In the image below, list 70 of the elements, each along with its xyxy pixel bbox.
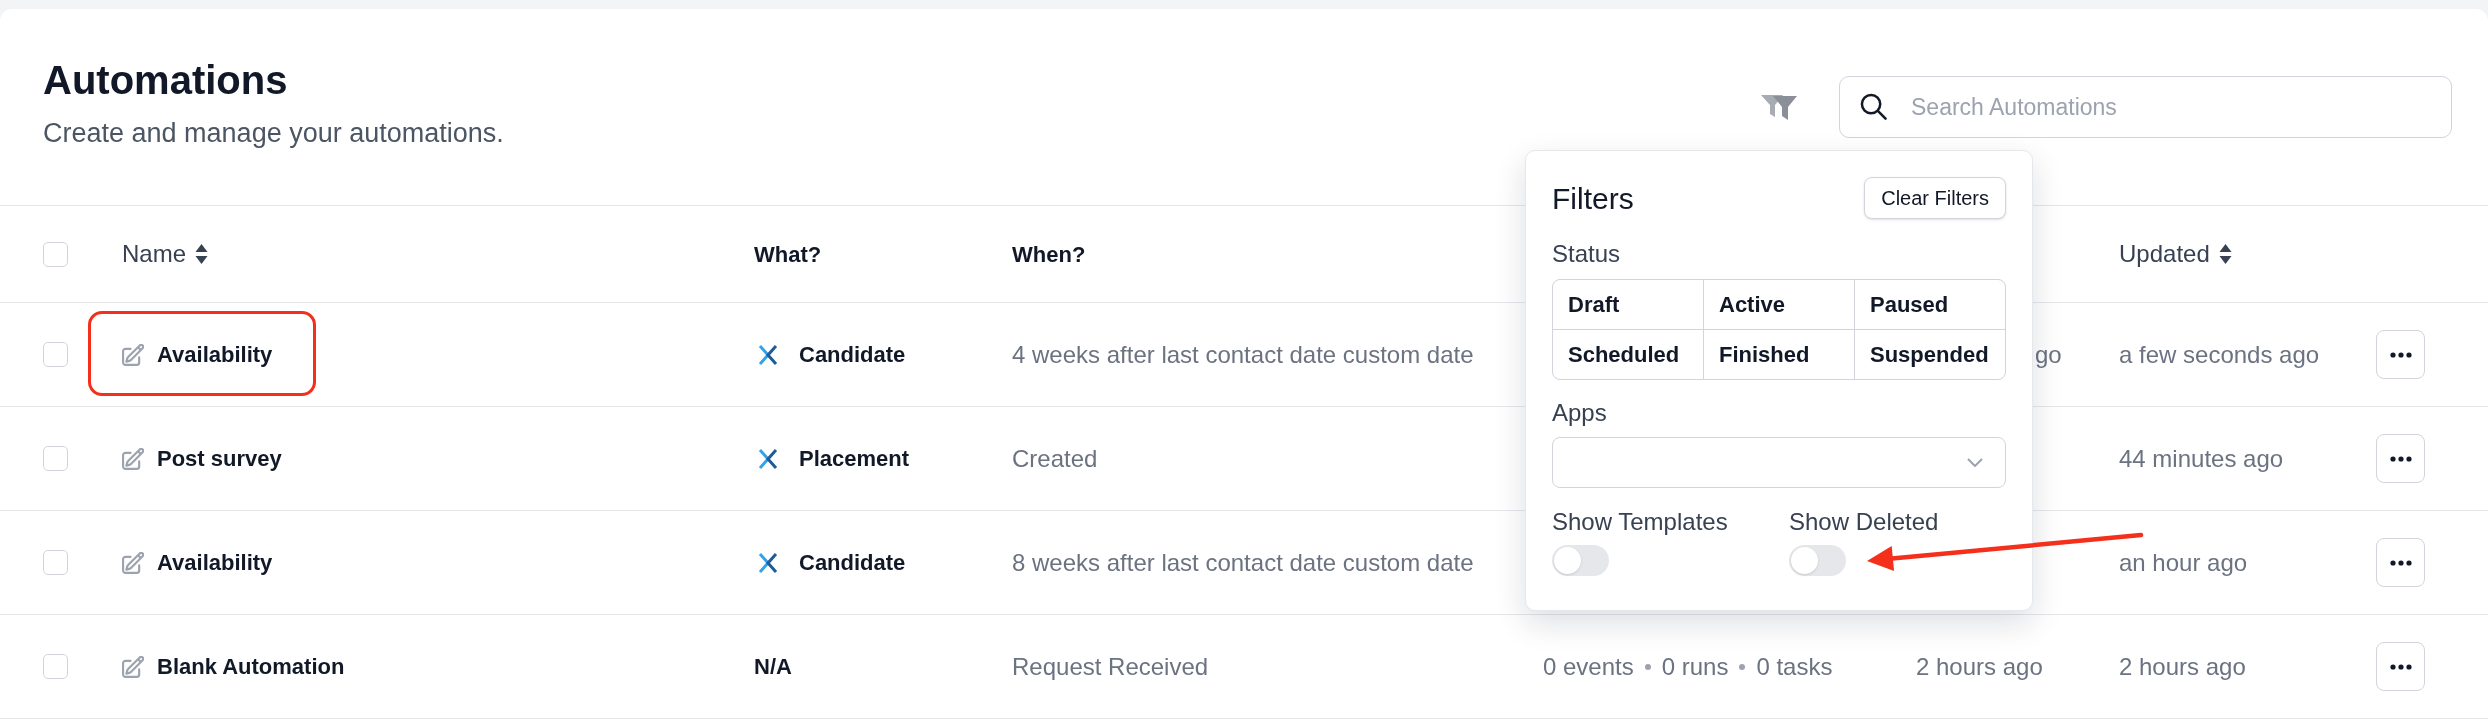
automation-name[interactable]: Availability bbox=[157, 546, 273, 579]
status-option[interactable]: Scheduled bbox=[1553, 330, 1703, 379]
updated-time: 44 minutes ago bbox=[2119, 443, 2284, 474]
column-header: What? bbox=[754, 240, 822, 269]
column-header[interactable]: Name bbox=[122, 236, 209, 272]
toggle-switch[interactable] bbox=[1552, 545, 1609, 576]
sort-icon bbox=[195, 244, 209, 264]
x-logo-icon bbox=[758, 344, 778, 365]
app-name: Placement bbox=[799, 445, 910, 473]
x-logo-icon bbox=[758, 448, 778, 469]
row-checkbox[interactable] bbox=[43, 446, 68, 471]
trigger-text: Created bbox=[1012, 443, 1098, 474]
edit-icon[interactable] bbox=[122, 551, 144, 574]
more-button[interactable] bbox=[2376, 538, 2425, 587]
page-title: Automations bbox=[43, 57, 288, 104]
updated-time: a few seconds ago bbox=[2119, 339, 2320, 370]
status-label: Status bbox=[1552, 239, 1621, 269]
updated-time: an hour ago bbox=[2119, 547, 2248, 578]
updated-time: 2 hours ago bbox=[2119, 651, 2246, 682]
status-option[interactable]: Paused bbox=[1855, 280, 2005, 329]
column-header: When? bbox=[1012, 240, 1086, 269]
trigger-text: Request Received bbox=[1012, 651, 1209, 682]
row-checkbox[interactable] bbox=[43, 342, 68, 367]
app-name: N/A bbox=[754, 653, 792, 681]
ellipsis-icon bbox=[2389, 663, 2412, 670]
page-subtitle: Create and manage your automations. bbox=[43, 117, 504, 150]
status-option[interactable]: Active bbox=[1704, 280, 1854, 329]
more-button[interactable] bbox=[2376, 642, 2425, 691]
filters-title: Filters bbox=[1552, 180, 1634, 217]
dot-separator-icon bbox=[1644, 663, 1651, 670]
toggle-label: Show Deleted bbox=[1789, 507, 1939, 537]
automation-name[interactable]: Blank Automation bbox=[157, 650, 345, 683]
ellipsis-icon bbox=[2389, 559, 2412, 566]
filter-icon[interactable] bbox=[1761, 94, 1797, 120]
more-button[interactable] bbox=[2376, 434, 2425, 483]
search-field[interactable]: Search Automations bbox=[1839, 76, 2452, 138]
status-option[interactable]: Finished bbox=[1704, 330, 1854, 379]
edit-icon[interactable] bbox=[122, 655, 144, 678]
toggle-label: Show Templates bbox=[1552, 507, 1728, 537]
toggle-switch[interactable] bbox=[1789, 545, 1846, 576]
stat-text: 0 tasks bbox=[1756, 651, 1833, 682]
stat-text: 0 events bbox=[1543, 651, 1634, 682]
more-button[interactable] bbox=[2376, 330, 2425, 379]
ellipsis-icon bbox=[2389, 351, 2412, 358]
clear-filters-button[interactable]: Clear Filters bbox=[1864, 177, 2006, 219]
row-checkbox[interactable] bbox=[43, 550, 68, 575]
apps-label: Apps bbox=[1552, 398, 1607, 428]
status-option[interactable]: Draft bbox=[1553, 280, 1703, 329]
row-checkbox[interactable] bbox=[43, 654, 68, 679]
stat-text: 0 runs bbox=[1661, 651, 1729, 682]
app-name: Candidate bbox=[799, 549, 906, 577]
automation-name[interactable]: Post survey bbox=[157, 442, 282, 475]
trigger-text: 8 weeks after last contact date custom date bbox=[1012, 547, 1474, 578]
ellipsis-icon bbox=[2389, 455, 2412, 462]
app-name: Candidate bbox=[799, 341, 906, 369]
status-option[interactable]: Suspended bbox=[1855, 330, 2005, 379]
select-all-checkbox[interactable] bbox=[43, 241, 68, 267]
edit-icon[interactable] bbox=[122, 447, 144, 470]
x-logo-icon bbox=[758, 552, 778, 573]
column-header[interactable]: Updated bbox=[2119, 236, 2232, 272]
sort-icon bbox=[2218, 244, 2232, 264]
created-time: go bbox=[2035, 339, 2062, 370]
created-time: 2 hours ago bbox=[1916, 651, 2043, 682]
dot-separator-icon bbox=[1739, 663, 1746, 670]
automation-name[interactable]: Availability bbox=[157, 338, 273, 371]
edit-icon[interactable] bbox=[122, 343, 144, 366]
trigger-text: 4 weeks after last contact date custom date bbox=[1012, 339, 1474, 370]
chevron-down-icon bbox=[1967, 458, 1983, 467]
apps-select[interactable] bbox=[1552, 437, 2006, 488]
search-icon bbox=[1860, 93, 1887, 120]
